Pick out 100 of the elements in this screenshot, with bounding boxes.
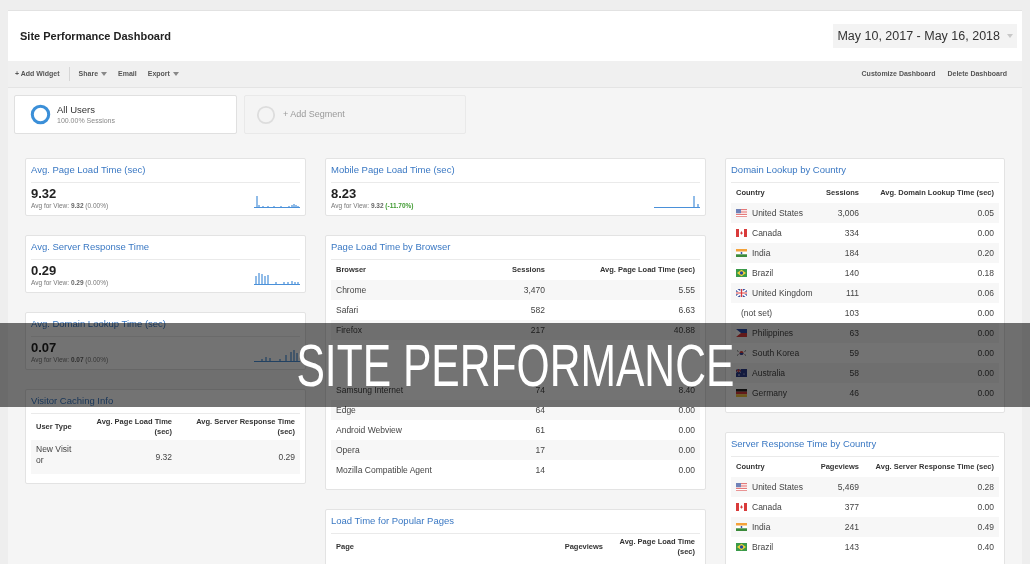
table-cell-text: 5.55 [677, 284, 696, 296]
table-cell-text: 14 [534, 464, 546, 476]
table-cell-text: Safari [335, 304, 360, 316]
table-cell-text: 5,469 [836, 481, 860, 493]
sparkline [254, 348, 300, 362]
table-cell-text: Mozilla Compatible Agent [335, 464, 433, 476]
flag-icon [736, 523, 747, 531]
table-cell-text: 0.20 [976, 247, 995, 259]
flag-icon [736, 543, 747, 551]
scorecard-value: 9.32 [31, 186, 58, 201]
table-cell-text: 0.00 [976, 501, 995, 513]
table-cell: India [752, 521, 771, 533]
flag-icon [736, 209, 747, 217]
table-cell-text: 0.00 [976, 347, 995, 359]
table-cell-text: 0.00 [677, 464, 696, 476]
table-cell-text: 0.00 [976, 227, 995, 239]
table-cell-text: 0.00 [677, 424, 696, 436]
widget-title: Page Load Time by Browser [331, 240, 451, 255]
flag-icon [736, 249, 747, 257]
table-cell-text: 0.05 [976, 207, 995, 219]
table-cell: Brazil [752, 541, 774, 553]
table-cell-text: 17 [534, 444, 546, 456]
flag-icon [736, 229, 747, 237]
table-cell-text: 0.00 [976, 327, 995, 339]
table-cell: India [752, 247, 771, 259]
table-cell-text: 0.28 [976, 481, 995, 493]
flag-icon [736, 369, 747, 377]
table-cell-text: Edge [335, 404, 357, 416]
table-cell: Canada [752, 501, 782, 513]
widget-title: Visitor Caching Info [31, 394, 114, 409]
flag-icon [736, 329, 747, 337]
table-cell-text: 0.00 [976, 307, 995, 319]
widget-title: Load Time for Popular Pages [331, 514, 455, 529]
table-cell-text: 0.18 [976, 267, 995, 279]
table-cell-text: 64 [534, 404, 546, 416]
table-cell-text: 0.06 [976, 287, 995, 299]
sparkline [254, 271, 300, 285]
table-cell-text: 184 [843, 247, 860, 259]
table-cell: United States [752, 481, 804, 493]
sparkline [654, 194, 700, 208]
table-cell-text: 143 [843, 541, 860, 553]
table-cell-text: 0.00 [677, 404, 696, 416]
ring-icon [30, 104, 51, 125]
scorecard-value: 0.29 [31, 263, 58, 278]
table-cell-text: 59 [848, 347, 860, 359]
table-cell-text: 0.40 [976, 541, 995, 553]
table-cell: Australia [752, 367, 786, 379]
table-cell-text: 0.00 [976, 387, 995, 399]
flag-icon [736, 349, 747, 357]
table-cell-text: 582 [529, 304, 546, 316]
table-cell-text: 140 [843, 267, 860, 279]
table-cell-text: 63 [848, 327, 860, 339]
caret-icon [1007, 34, 1013, 38]
table-cell-text: 3,470 [522, 284, 546, 296]
date-range-button[interactable]: May 10, 2017 - May 16, 2018 [833, 24, 1017, 48]
table-cell-text: 111 [845, 287, 860, 299]
table-cell-text: 334 [843, 227, 860, 239]
table-cell-text: Firefox [335, 324, 363, 336]
sparkline [254, 194, 300, 208]
widget-title: Avg. Page Load Time (sec) [31, 163, 146, 178]
table-cell: South Korea [752, 347, 800, 359]
table-cell: Philippines [752, 327, 794, 339]
table-cell: United Kingdom [752, 287, 813, 299]
table-cell: (not set) [741, 307, 773, 319]
table-cell-text: 377 [843, 501, 860, 513]
widget-title: Avg. Server Response Time [31, 240, 150, 255]
table-cell-text: 40.88 [672, 324, 696, 336]
dashboard-title: Site Performance Dashboard [20, 28, 171, 44]
table-cell: Brazil [752, 267, 774, 279]
table-cell-text: 217 [529, 324, 546, 336]
widget-title: Domain Lookup by Country [731, 163, 847, 178]
flag-icon [736, 289, 747, 297]
scorecard-value: 8.23 [331, 186, 358, 201]
table-cell: Canada [752, 227, 782, 239]
table-cell: New Visitor [36, 444, 73, 466]
table-cell-text: 241 [843, 521, 860, 533]
table-cell-text: Chrome [335, 284, 368, 296]
flag-icon [736, 503, 747, 511]
table-cell-text: 0.00 [677, 444, 696, 456]
widget-title: Mobile Page Load Time (sec) [331, 163, 455, 178]
segment-name: All Users [57, 103, 96, 116]
table-cell-text: 46 [848, 387, 860, 399]
table-cell-text: 9.32 [154, 451, 173, 463]
table-cell-text: 0.29 [277, 451, 296, 463]
table-cell-text: 58 [848, 367, 860, 379]
scorecard-value: 0.07 [31, 340, 58, 355]
table-cell-text: 6.63 [677, 304, 696, 316]
flag-icon [736, 269, 747, 277]
table-cell: Germany [752, 387, 787, 399]
flag-icon [736, 483, 747, 491]
table-cell-text: Opera [335, 444, 361, 456]
caret-icon [101, 72, 108, 76]
table-cell-text: 0.00 [976, 367, 995, 379]
table-cell: United States [752, 207, 804, 219]
table-cell-text: 103 [843, 307, 860, 319]
table-cell-text: 3,006 [836, 207, 860, 219]
table-cell-text: Android Webview [335, 424, 403, 436]
flag-icon [736, 389, 747, 397]
table-cell-text: 0.49 [976, 521, 995, 533]
table-cell-text: 61 [534, 424, 546, 436]
